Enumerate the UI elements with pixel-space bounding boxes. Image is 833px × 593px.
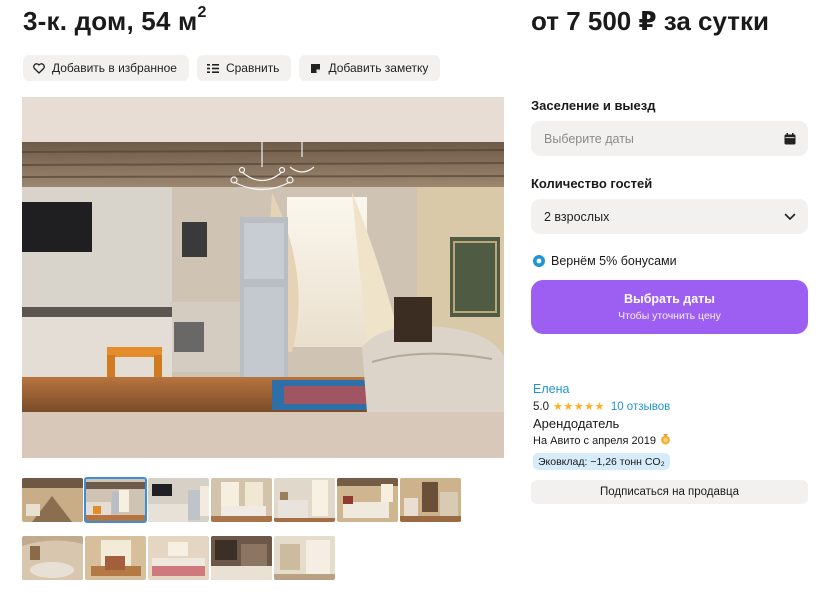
medal-icon xyxy=(660,434,671,448)
seller-since: На Авито с апреля 2019 xyxy=(533,434,671,448)
listing-title-superscript: 2 xyxy=(197,4,207,21)
chevron-down-icon xyxy=(784,213,796,221)
choose-dates-button[interactable]: Выбрать даты Чтобы уточнить цену xyxy=(531,280,808,334)
add-to-favorites-button[interactable]: Добавить в избранное xyxy=(23,55,189,81)
photo-thumbnail[interactable] xyxy=(274,536,335,580)
eco-contribution-badge[interactable]: Эковклад: −1,26 тонн CO₂ xyxy=(533,453,670,470)
rating-stars: ★★★★★ xyxy=(553,401,605,413)
choose-dates-sublabel: Чтобы уточнить цену xyxy=(618,310,721,322)
seller-since-text: На Авито с апреля 2019 xyxy=(533,435,656,447)
compare-button[interactable]: Сравнить xyxy=(196,55,292,81)
reviews-link[interactable]: 10 отзывов xyxy=(611,401,670,413)
photo-thumbnail[interactable] xyxy=(400,478,461,522)
calendar-icon xyxy=(784,132,796,145)
rating-value: 5.0 xyxy=(533,400,549,413)
price: от 7 500 ₽ за сутки xyxy=(531,6,770,36)
dates-placeholder: Выберите даты xyxy=(544,131,634,146)
photo-thumbnail[interactable] xyxy=(22,478,83,522)
photo-thumbnail[interactable] xyxy=(148,536,209,580)
guests-value: 2 взрослых xyxy=(544,209,610,224)
photo-thumbnail[interactable] xyxy=(22,536,83,580)
bonus-info: Вернём 5% бонусами xyxy=(533,254,677,268)
add-note-button[interactable]: Добавить заметку xyxy=(299,55,441,81)
photo-thumbnail[interactable] xyxy=(337,478,398,522)
photo-thumbnail[interactable] xyxy=(148,478,209,522)
photo-thumbnail[interactable] xyxy=(211,478,272,522)
photo-thumbnail-active[interactable] xyxy=(84,477,147,523)
listing-title-text: 3-к. дом, 54 м xyxy=(23,6,198,36)
photo-thumbnail[interactable] xyxy=(85,536,146,580)
seller-role: Арендодатель xyxy=(533,416,620,431)
listing-actions: Добавить в избранное Сравнить Добавить з… xyxy=(23,55,441,81)
subscribe-seller-button[interactable]: Подписаться на продавца xyxy=(531,480,808,504)
add-note-label: Добавить заметку xyxy=(328,61,429,75)
choose-dates-label: Выбрать даты xyxy=(624,292,715,306)
listing-title: 3-к. дом, 54 м2 xyxy=(23,4,207,37)
guests-select[interactable]: 2 взрослых xyxy=(531,199,808,234)
bonus-badge-icon xyxy=(533,255,545,267)
guests-label: Количество гостей xyxy=(531,176,653,191)
main-photo[interactable] xyxy=(22,97,504,458)
compare-icon xyxy=(206,61,220,75)
checkin-label: Заселение и выезд xyxy=(531,98,656,113)
note-icon xyxy=(308,61,322,75)
add-to-favorites-label: Добавить в избранное xyxy=(52,61,177,75)
seller-name-link[interactable]: Елена xyxy=(533,382,569,396)
dates-field[interactable]: Выберите даты xyxy=(531,121,808,156)
bonus-text: Вернём 5% бонусами xyxy=(551,254,677,268)
compare-label: Сравнить xyxy=(225,61,280,75)
photo-thumbnail[interactable] xyxy=(211,536,272,580)
photo-thumbnail[interactable] xyxy=(274,478,335,522)
heart-icon xyxy=(32,61,46,75)
seller-rating: 5.0 ★★★★★ 10 отзывов xyxy=(533,400,670,414)
